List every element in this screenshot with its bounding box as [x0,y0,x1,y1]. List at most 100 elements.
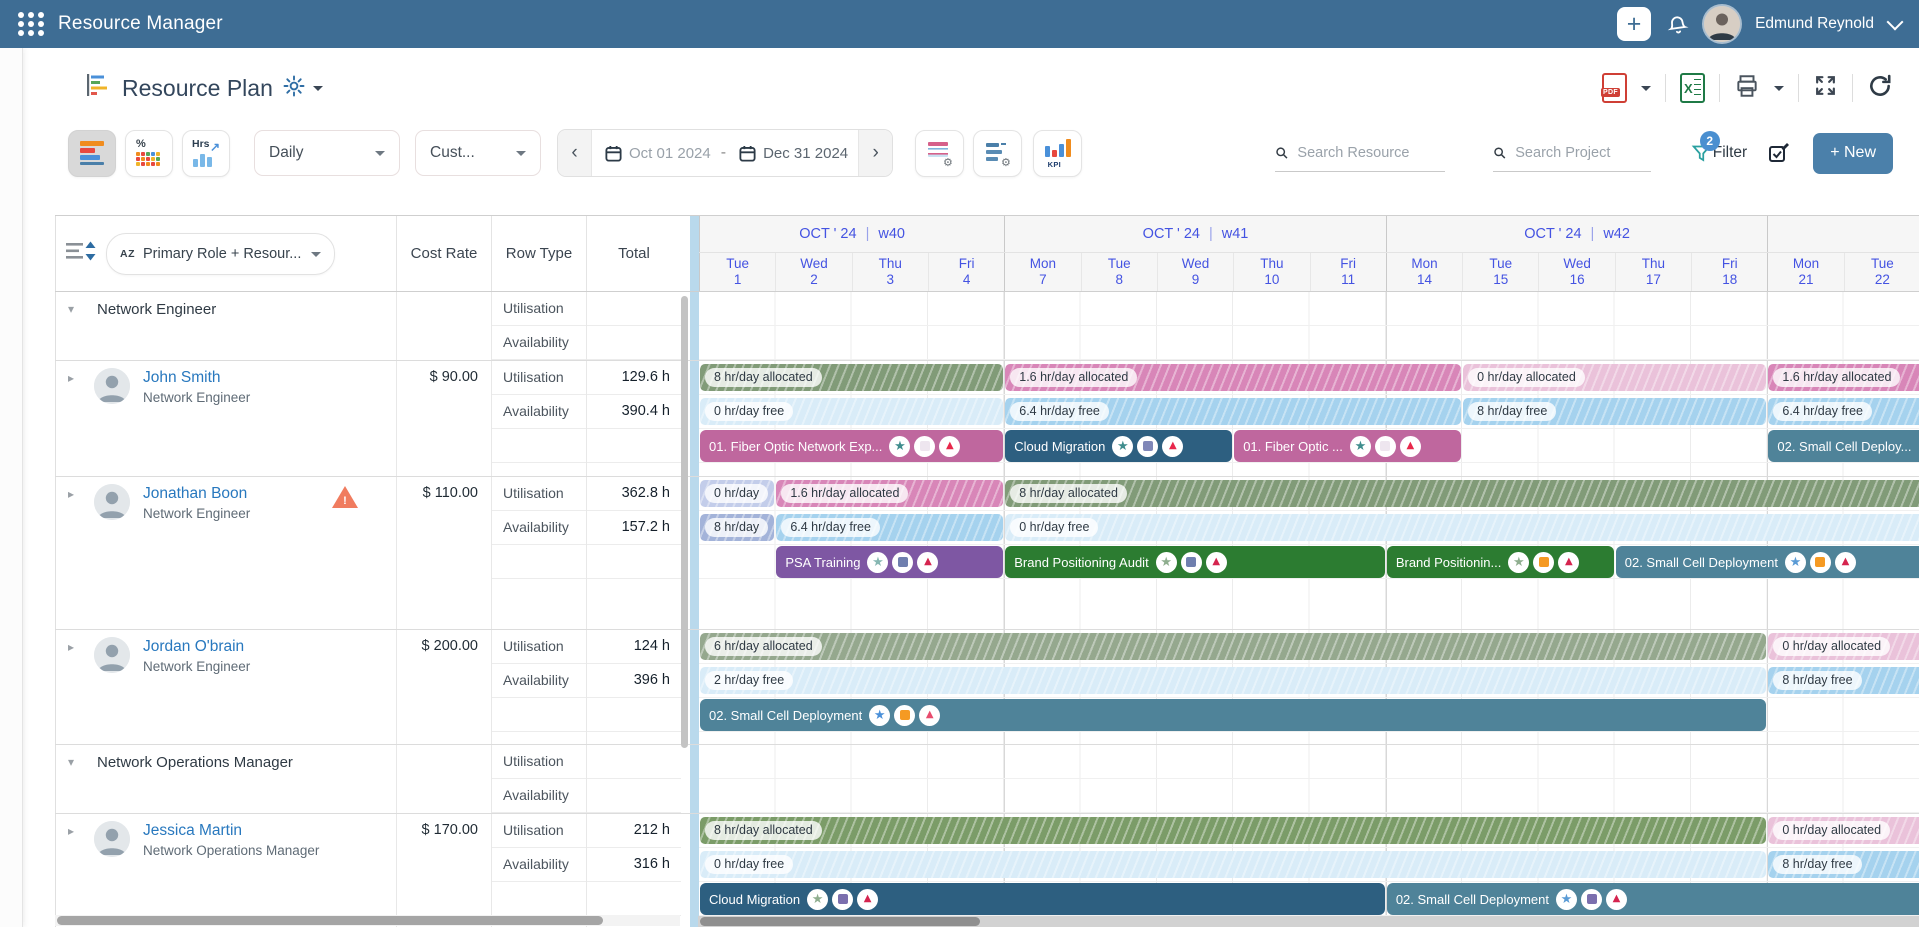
collapse-group-caret-icon[interactable]: ▾ [68,755,84,813]
next-period-button[interactable]: › [858,130,892,176]
app-launcher-icon[interactable] [18,12,45,36]
collapse-group-caret-icon[interactable]: ▾ [68,302,84,360]
availability-bar[interactable]: 0 hr/day free [700,398,1003,425]
quick-add-button[interactable]: + [1617,7,1651,41]
project-bar[interactable]: 02. Small Cell Deployment★▲ [700,699,1766,731]
row-type-label: Availability [492,511,586,545]
allocation-bar[interactable]: 0 hr/day allocated [1768,817,1919,844]
calendar-icon[interactable] [604,144,623,163]
export-excel-icon[interactable]: X [1680,73,1705,103]
project-bar[interactable]: Cloud Migration★▲ [700,883,1385,915]
availability-bar[interactable]: 6.4 hr/day free [776,514,1003,541]
project-bar[interactable]: PSA Training★▲ [776,546,1003,578]
pdf-options-caret-icon[interactable] [1641,86,1651,96]
row-display-settings-button[interactable]: ⚙ [915,130,964,177]
plan-menu-caret-icon[interactable] [313,86,323,96]
view-hours-button[interactable]: Hrs↗ [182,130,230,177]
availability-bar[interactable]: 8 hr/day free [1768,851,1919,878]
project-bar[interactable]: 01. Fiber Optic ...★▲ [1234,430,1461,462]
availability-bar[interactable]: 6.4 hr/day free [1005,398,1461,425]
project-bar-label: 02. Small Cell Deployment [709,708,862,723]
availability-bar[interactable]: 6.4 hr/day free [1768,398,1919,425]
expand-resource-caret-icon[interactable]: ▸ [68,640,84,744]
status-tri-badge-icon: ▲ [1400,436,1421,457]
search-resource-input[interactable] [1295,144,1444,162]
availability-bar[interactable]: 2 hr/day free [700,667,1766,694]
allocation-bar[interactable]: 0 hr/day allocated [1463,364,1766,391]
bulk-edit-icon[interactable] [1767,141,1791,165]
heatmap-view-icon: % [136,140,162,166]
day-header-cell: Mon7 [1004,253,1080,291]
user-menu-chevron-icon[interactable] [1887,13,1904,30]
panel-resizer[interactable] [681,814,699,927]
project-bar[interactable]: 01. Fiber Optic Network Exp...★▲ [700,430,1003,462]
resource-name-link[interactable]: Jonathan Boon [143,484,250,503]
search-project-input[interactable] [1513,144,1650,162]
availability-bar[interactable]: 8 hr/day free [1463,398,1766,425]
expand-resource-caret-icon[interactable]: ▸ [68,487,84,629]
range-preset-select[interactable]: Cust... [415,130,541,176]
bar-display-settings-button[interactable]: ⚙ [973,130,1022,177]
print-options-caret-icon[interactable] [1774,86,1784,96]
availability-bar[interactable]: 0 hr/day free [700,851,1766,878]
allocation-bar[interactable]: 0 hr/day allocated [1768,633,1919,660]
granularity-select[interactable]: Daily [254,130,400,176]
availability-bar[interactable]: 8 hr/day free [1768,667,1919,694]
view-heatmap-button[interactable]: % [125,130,173,177]
user-avatar[interactable] [1704,6,1740,42]
project-bar[interactable]: Brand Positionin...★▲ [1387,546,1614,578]
allocation-bar[interactable]: 8 hr/day allocated [1005,480,1919,507]
panel-resizer[interactable] [681,745,699,813]
availability-bar[interactable]: 0 hr/day free [1005,514,1919,541]
prev-period-button[interactable]: ‹ [558,130,592,176]
date-to-value[interactable]: Dec 31 2024 [763,145,848,162]
status-tri-badge-icon: ▲ [1606,889,1627,910]
expand-resource-caret-icon[interactable]: ▸ [68,371,84,476]
allocation-bar[interactable]: 1.6 hr/day allocated [776,480,1003,507]
resource-name-link[interactable]: Jessica Martin [143,821,319,840]
day-header-cell: Fri4 [928,253,1004,291]
chevron-down-icon [375,151,385,161]
svg-text:⚙: ⚙ [1001,156,1011,167]
grouping-select[interactable]: AZ Primary Role + Resour... [106,233,335,275]
day-header-cell: Fri11 [1310,253,1386,291]
project-bar[interactable]: 02. Small Cell Deployment★▲ [1616,546,1919,578]
project-bar[interactable]: 02. Small Cell Deployment★▲ [1387,883,1919,915]
allocation-bar[interactable]: 1.6 hr/day allocated [1768,364,1919,391]
resource-name-link[interactable]: Jordan O'brain [143,637,250,656]
calendar-icon[interactable] [738,144,757,163]
kpi-button[interactable]: KPI [1033,130,1082,177]
left-hscrollbar-thumb[interactable] [57,916,603,925]
status-star-badge-icon: ★ [869,705,890,726]
project-bar[interactable]: 02. Small Cell Deploy... [1768,430,1919,462]
allocation-bar[interactable]: 6 hr/day allocated [700,633,1766,660]
project-bar[interactable]: Cloud Migration★▲ [1005,430,1232,462]
allocation-bar[interactable]: 1.6 hr/day allocated [1005,364,1461,391]
availability-bar[interactable]: 8 hr/day [700,514,774,541]
filter-button[interactable]: 2 Filter [1691,143,1747,164]
allocation-bar[interactable]: 0 hr/day [700,480,774,507]
project-bar[interactable]: Brand Positioning Audit★▲ [1005,546,1385,578]
hours-view-icon: Hrs↗ [192,139,220,167]
vertical-scrollbar[interactable] [681,296,688,748]
notifications-icon[interactable] [1665,11,1691,37]
day-header-cell: Fri18 [1691,253,1767,291]
row-grouping-icon[interactable] [66,239,96,268]
allocation-bar[interactable]: 8 hr/day allocated [700,817,1766,844]
overallocation-warning-icon[interactable]: ! [332,486,358,508]
resource-row: ▸Jonathan BoonNetwork Engineer!$ 110.00U… [55,477,1919,630]
panel-resizer[interactable] [681,216,699,291]
fullscreen-icon[interactable] [1813,73,1838,103]
date-from-value[interactable]: Oct 01 2024 [629,145,711,162]
view-gantt-button[interactable] [68,130,116,177]
refresh-icon[interactable] [1867,73,1893,104]
timeline-hscrollbar-thumb[interactable] [700,917,980,926]
resource-avatar [94,484,130,520]
export-pdf-icon[interactable]: PDF [1602,73,1627,103]
plan-settings-gear-icon[interactable] [282,74,306,103]
new-button[interactable]: + New [1813,133,1893,174]
resource-name-link[interactable]: John Smith [143,368,250,387]
expand-resource-caret-icon[interactable]: ▸ [68,824,84,927]
allocation-bar[interactable]: 8 hr/day allocated [700,364,1003,391]
print-icon[interactable] [1734,73,1760,104]
